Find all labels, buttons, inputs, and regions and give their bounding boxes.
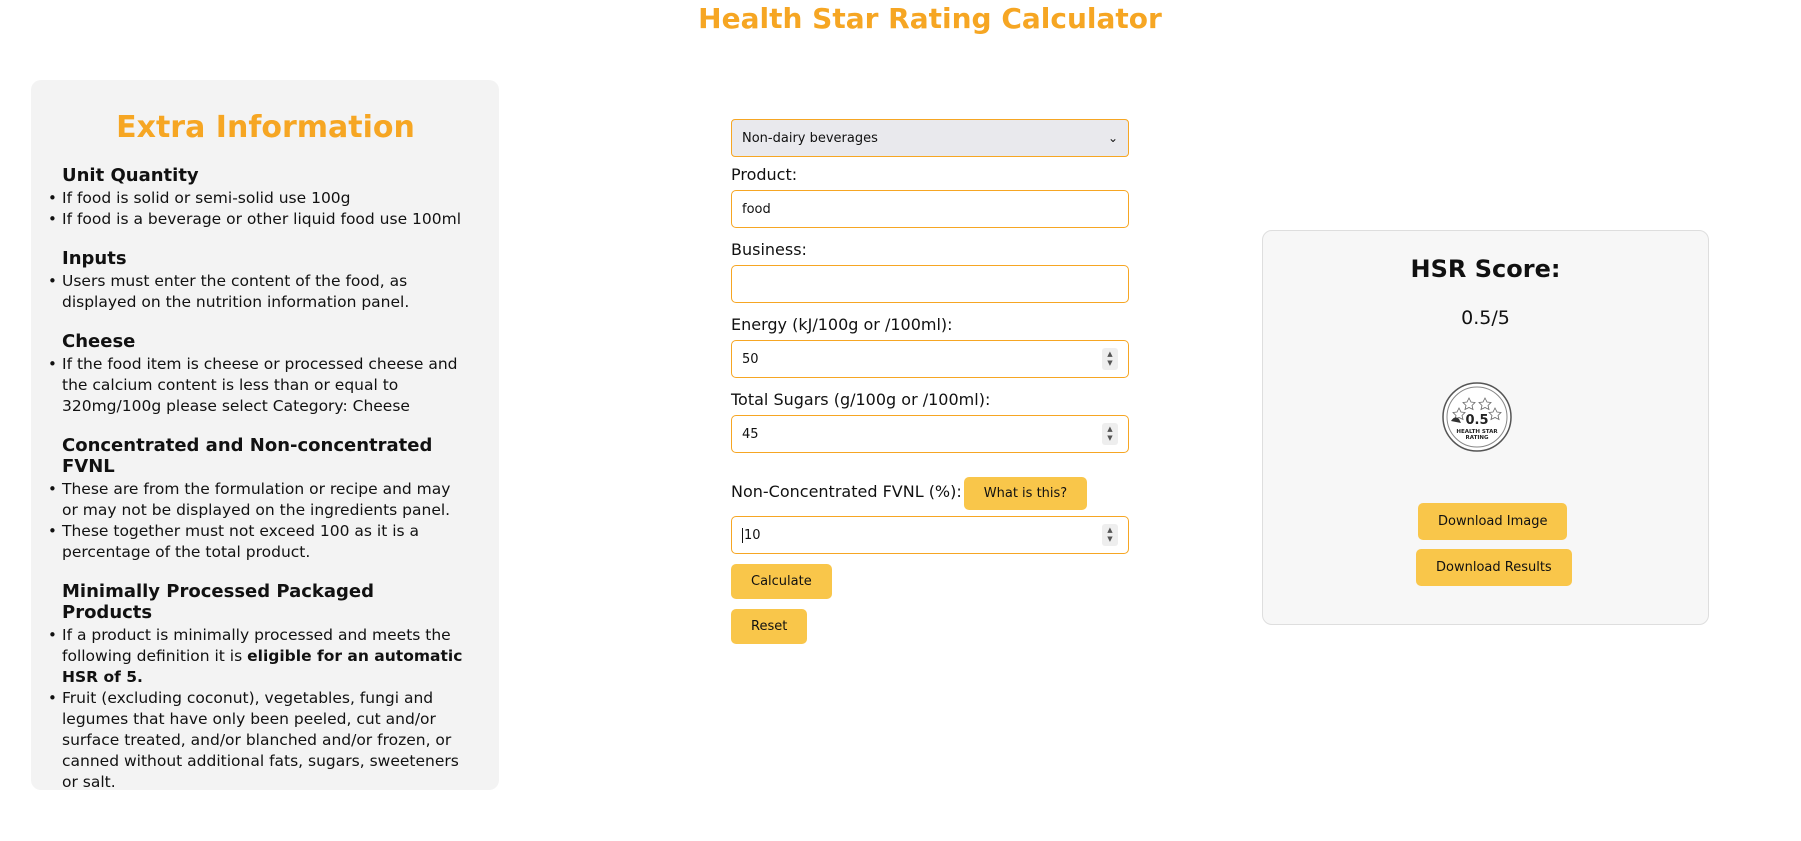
health-star-rating-badge-icon: 0.5 HEALTH STAR RATING: [1442, 382, 1512, 452]
fvnl-label: Non-Concentrated FVNL (%):: [731, 482, 962, 501]
section-title: Cheese: [62, 331, 136, 352]
extra-information-panel: Extra Information Unit Quantity • If food…: [31, 80, 499, 793]
list-item: • Fruit (excluding coconut), vegetables, …: [48, 689, 459, 791]
energy-label: Energy (kJ/100g or /100ml):: [731, 315, 953, 334]
business-input[interactable]: [731, 265, 1129, 303]
fvnl-row: Non-Concentrated FVNL (%): What is this?: [731, 473, 1129, 510]
list-item: • If a product is minimally processed and…: [48, 626, 463, 686]
section-title: Concentrated and Non-concentrated FVNL: [62, 435, 433, 477]
section-title: Inputs: [62, 248, 127, 269]
number-stepper-icon[interactable]: ▲ ▼: [1102, 348, 1118, 370]
number-stepper-icon[interactable]: ▲ ▼: [1102, 423, 1118, 445]
product-label: Product:: [731, 165, 798, 184]
business-label: Business:: [731, 240, 807, 259]
list-item: • If food is solid or semi-solid use 100g: [48, 189, 351, 207]
energy-input[interactable]: 50 ▲ ▼: [731, 340, 1129, 378]
badge-value: 0.5: [1465, 413, 1488, 428]
hsr-score-value: 0.5/5: [1461, 307, 1510, 329]
number-stepper-icon[interactable]: ▲ ▼: [1102, 524, 1118, 546]
calculate-button[interactable]: Calculate: [731, 564, 832, 599]
result-panel: HSR Score: 0.5/5 0.5 HEALTH STAR RATING …: [1262, 230, 1709, 625]
category-select[interactable]: Non-dairy beverages ⌄: [731, 119, 1129, 157]
product-value: food: [742, 201, 771, 217]
badge-line2: RATING: [1466, 435, 1489, 441]
fvnl-input[interactable]: 10 ▲ ▼: [731, 516, 1129, 554]
info-section-fvnl: Concentrated and Non-concentrated FVNL •…: [48, 435, 469, 563]
page-title: Health Star Rating Calculator: [698, 2, 1162, 35]
list-item: • If the food item is cheese or processed…: [48, 355, 458, 415]
list-item: • If food is a beverage or other liquid f…: [48, 210, 462, 228]
list-item: • These are from the formulation or recip…: [48, 480, 451, 519]
category-selected: Non-dairy beverages: [742, 130, 878, 146]
text-cursor: [742, 527, 743, 543]
sugars-value: 45: [742, 426, 759, 442]
section-title: Minimally Processed Packaged Products: [62, 581, 375, 623]
result-title: HSR Score:: [1410, 255, 1561, 283]
chevron-down-icon: ⌄: [1107, 131, 1118, 145]
info-section-inputs: Inputs • Users must enter the content of …: [48, 248, 469, 313]
download-image-button[interactable]: Download Image: [1418, 503, 1568, 540]
reset-button[interactable]: Reset: [731, 609, 808, 644]
info-section-unit-quantity: Unit Quantity • If food is solid or semi-…: [48, 165, 469, 230]
what-is-this-button[interactable]: What is this?: [963, 477, 1088, 510]
info-section-minimally-processed: Minimally Processed Packaged Products • I…: [48, 581, 469, 793]
sugars-input[interactable]: 45 ▲ ▼: [731, 415, 1129, 453]
info-heading: Extra Information: [116, 110, 415, 145]
energy-value: 50: [742, 351, 759, 367]
list-item: • Users must enter the content of the foo…: [48, 272, 410, 311]
list-item: • These together must not exceed 100 as i…: [48, 522, 420, 561]
download-results-button[interactable]: Download Results: [1416, 549, 1572, 586]
info-section-cheese: Cheese • If the food item is cheese or pr…: [48, 331, 469, 417]
sugars-label: Total Sugars (g/100g or /100ml):: [731, 390, 991, 409]
fvnl-value: 10: [744, 527, 761, 543]
product-input[interactable]: food: [731, 190, 1129, 228]
section-title: Unit Quantity: [62, 165, 199, 186]
calculator-form: Non-dairy beverages ⌄ Product: food Busi…: [731, 119, 1129, 644]
